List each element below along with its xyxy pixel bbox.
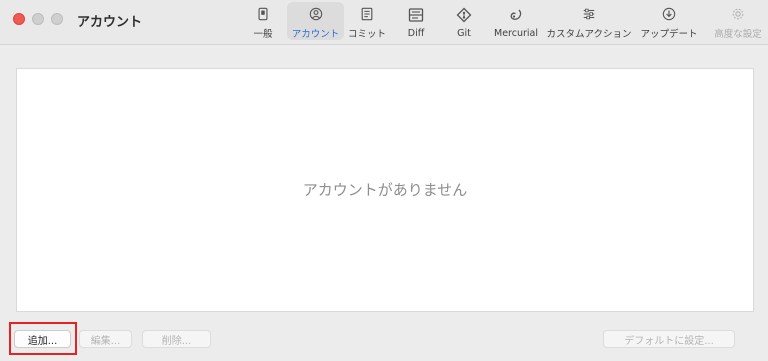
commit-icon (361, 7, 373, 21)
edit-account-button[interactable]: 編集... (79, 330, 132, 348)
close-window-button[interactable] (13, 13, 25, 25)
zoom-window-button[interactable] (51, 13, 63, 25)
mercurial-icon (510, 9, 522, 20)
advanced-icon (732, 8, 744, 20)
titlebar: アカウント 一般 アカウント コミット Diff Git Mercurial カ… (0, 0, 768, 45)
account-icon (309, 7, 322, 21)
tab-general[interactable]: 一般 (244, 2, 282, 40)
tab-commit-label: コミット (347, 29, 386, 40)
tab-accounts[interactable]: アカウント (287, 2, 344, 40)
tab-mercurial-label: Mercurial (494, 28, 538, 39)
tab-accounts-label: アカウント (291, 29, 340, 40)
general-icon (258, 7, 268, 21)
tab-commit[interactable]: コミット (345, 2, 389, 40)
git-icon (456, 7, 472, 23)
preferences-window: アカウント 一般 アカウント コミット Diff Git Mercurial カ… (0, 0, 768, 361)
tab-git-label: Git (457, 28, 471, 39)
tab-advanced-label: 高度な設定 (714, 29, 762, 40)
minimize-window-button[interactable] (32, 13, 44, 25)
tab-general-label: 一般 (253, 29, 273, 40)
tab-mercurial[interactable]: Mercurial (491, 2, 541, 40)
delete-account-button[interactable]: 削除... (142, 330, 211, 348)
window-title: アカウント (77, 15, 143, 30)
tab-update-label: アップデート (640, 29, 698, 40)
tab-advanced[interactable]: 高度な設定 (711, 2, 765, 40)
tab-diff-label: Diff (407, 28, 425, 39)
update-icon (662, 7, 676, 21)
accounts-list[interactable]: アカウントがありません (16, 68, 754, 312)
tab-diff[interactable]: Diff (396, 2, 436, 40)
empty-accounts-message: アカウントがありません (302, 181, 468, 199)
tab-custom-actions-label: カスタムアクション (546, 29, 632, 40)
custom-actions-icon (583, 8, 595, 20)
tab-update[interactable]: アップデート (638, 2, 700, 40)
tab-git[interactable]: Git (444, 2, 484, 40)
diff-icon (408, 8, 424, 22)
add-button-highlight (9, 322, 77, 355)
set-default-button[interactable]: デフォルトに設定... (603, 330, 735, 348)
tab-custom-actions[interactable]: カスタムアクション (546, 2, 632, 40)
